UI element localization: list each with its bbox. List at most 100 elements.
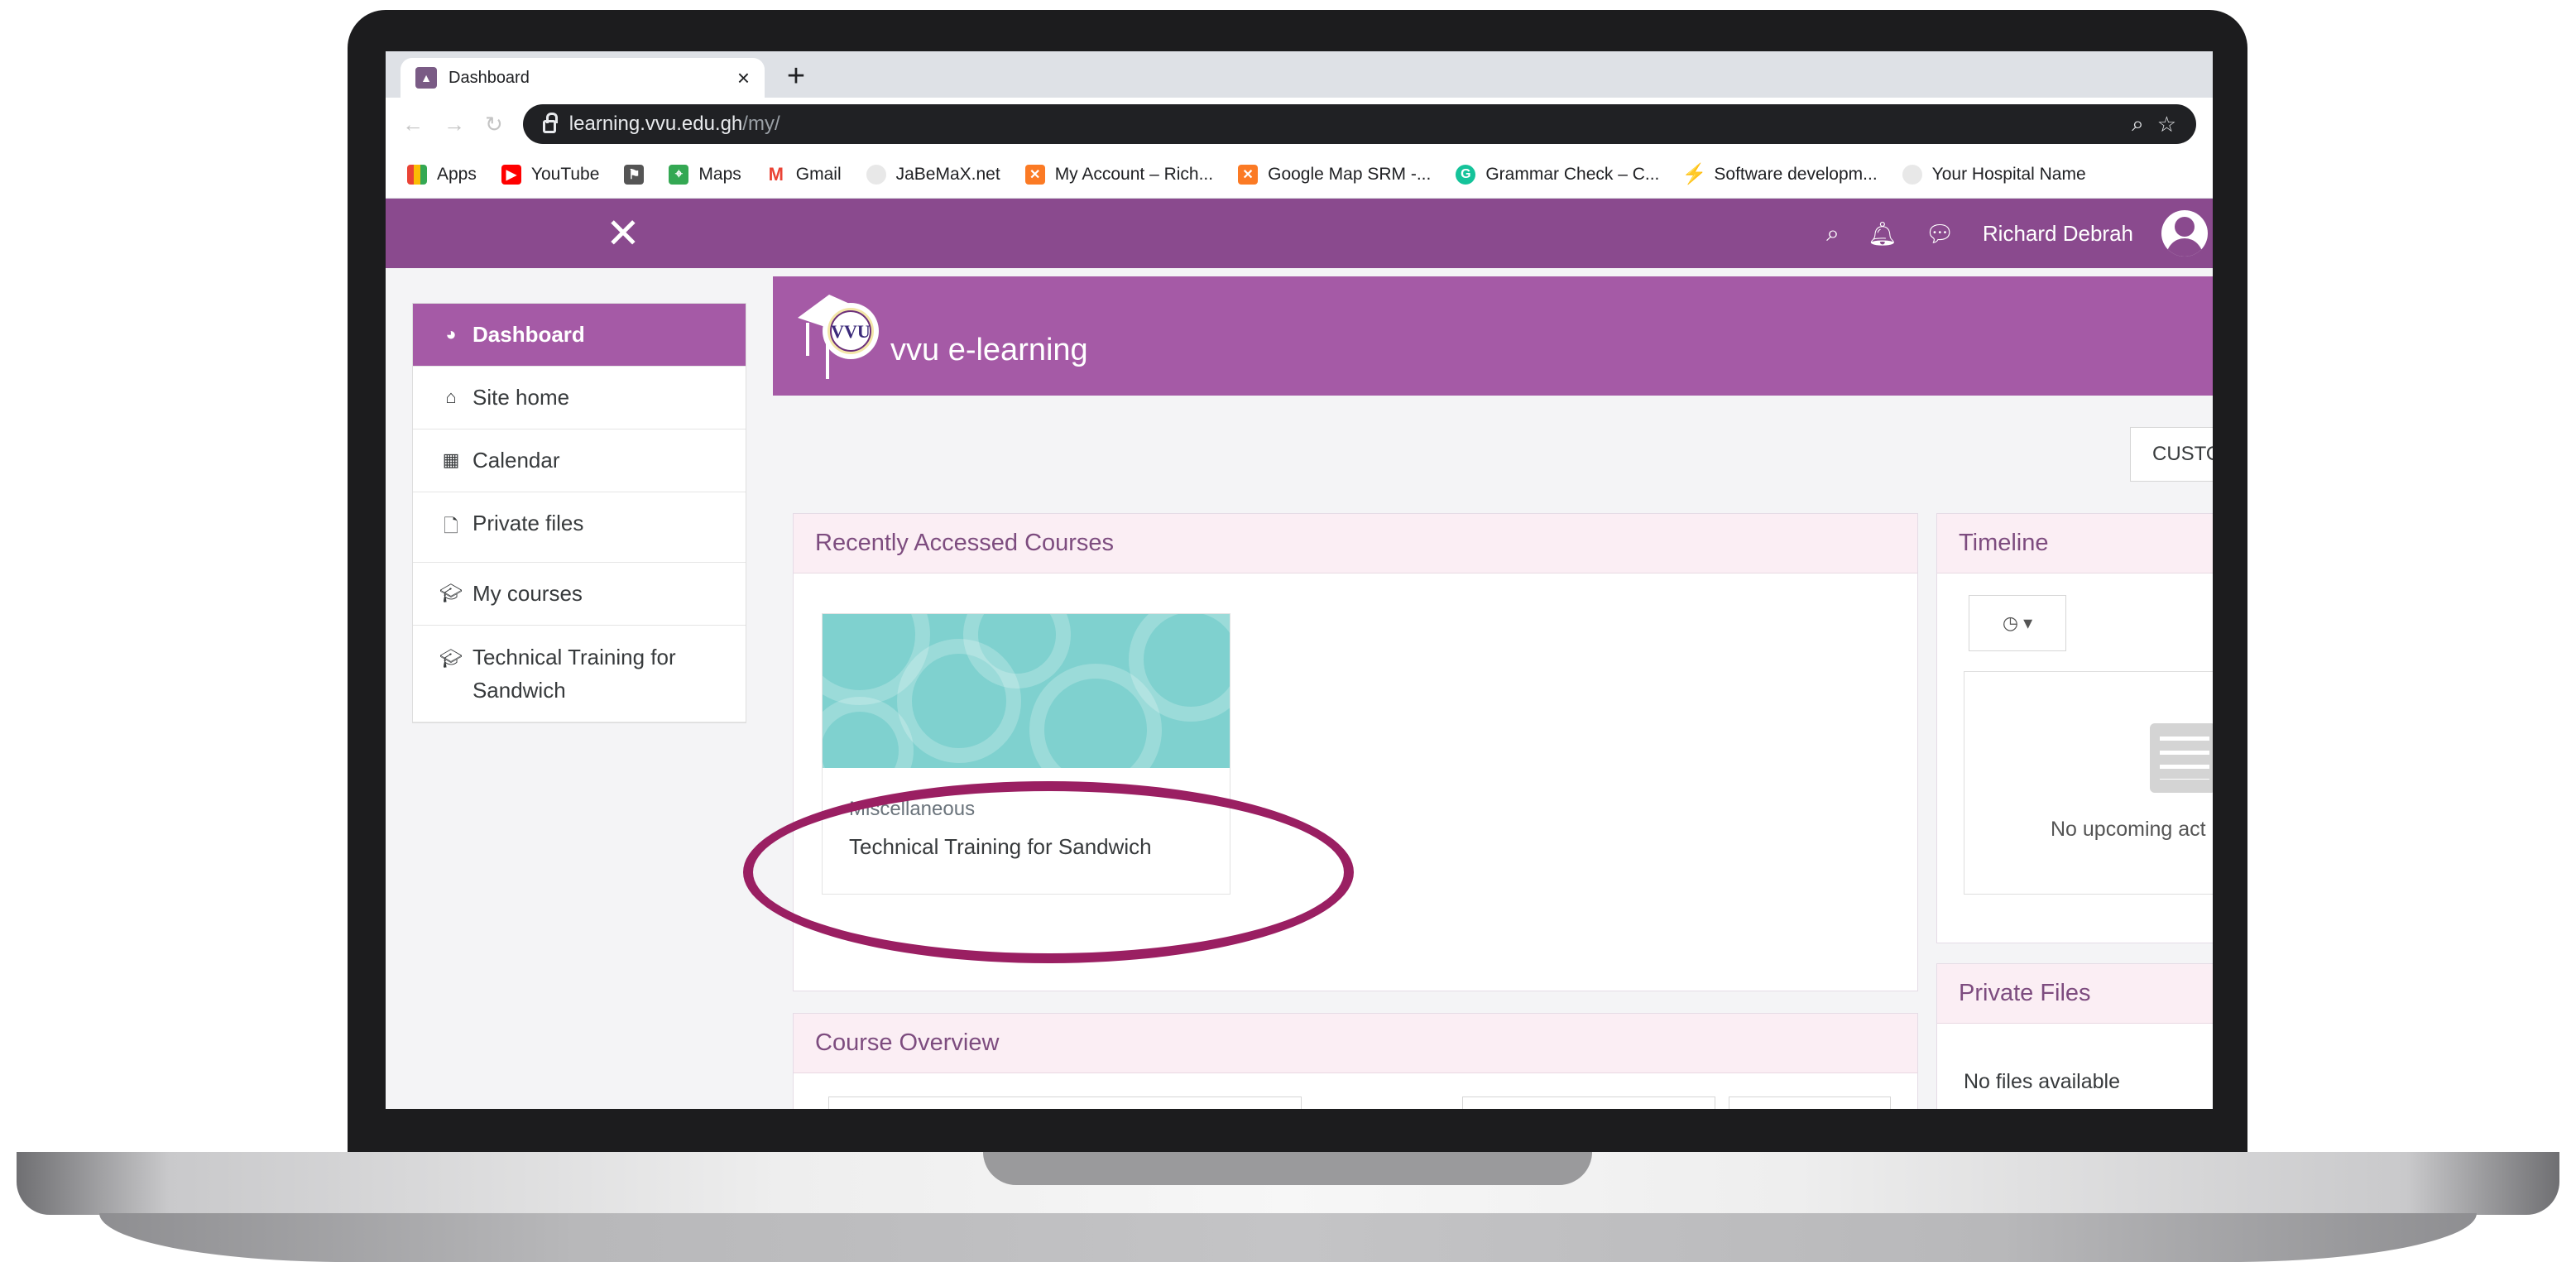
calendar-icon: ▦ xyxy=(442,449,460,470)
laptop-base xyxy=(99,1213,2477,1262)
bookmarks-bar: Apps ▶ YouTube ⚑ ⌖ Maps M Gmail JaBeMaX.… xyxy=(386,151,2213,199)
drawer-item-label: My courses xyxy=(473,581,583,606)
bookmark-google-map-srm[interactable]: ✕ Google Map SRM -... xyxy=(1238,164,1432,185)
bell-icon[interactable]: 🔔︎ xyxy=(1868,220,1897,247)
moodle-favicon-icon: ▲ xyxy=(415,67,437,89)
home-icon: ⌂ xyxy=(445,386,457,407)
url-host: learning.vvu.edu.gh xyxy=(568,113,743,135)
site-banner: VVU vvu e-learning xyxy=(773,276,2213,396)
vvu-logo-icon: VVU xyxy=(798,295,879,379)
bookmark-label: YouTube xyxy=(530,164,600,184)
bookmark-jabemax[interactable]: JaBeMaX.net xyxy=(866,164,1000,185)
browser-tab-dashboard[interactable]: ▲ Dashboard × xyxy=(401,58,765,98)
navbar-user-area: ⌕ 🔔︎ 💬︎ Richard Debrah xyxy=(1826,199,2213,268)
bookmark-grammar-check[interactable]: G Grammar Check – C... xyxy=(1456,164,1660,185)
star-icon[interactable]: ☆ xyxy=(2157,112,2176,137)
drawer-item-site-home[interactable]: ⌂ Site home xyxy=(413,367,746,429)
graduation-cap-icon: 🎓︎ xyxy=(439,583,463,603)
file-icon: 🗋︎ xyxy=(444,516,458,536)
close-drawer-icon[interactable]: ✕ xyxy=(606,209,640,258)
site-navbar: ✕ ⌕ 🔔︎ 💬︎ Richard Debrah xyxy=(386,199,2213,268)
timeline-block: Timeline ◷ ▾ No upcoming act xyxy=(1936,513,2213,943)
drawer-item-label: Dashboard xyxy=(473,322,585,347)
back-icon[interactable]: ← xyxy=(402,112,424,137)
bookmark-apps[interactable]: Apps xyxy=(407,164,477,185)
clock-icon: ◷ xyxy=(2002,612,2019,633)
course-image xyxy=(823,614,1230,768)
drawer-item-label: Site home xyxy=(473,385,570,410)
drawer-item-label: Private files xyxy=(473,511,584,535)
close-icon[interactable]: × xyxy=(737,65,750,91)
drawer-item-my-courses[interactable]: 🎓︎ My courses xyxy=(413,563,746,626)
bookmark-label: Grammar Check – C... xyxy=(1485,164,1660,184)
drawer-item-label: Calendar xyxy=(473,448,560,473)
reload-icon[interactable]: ↻ xyxy=(485,112,503,137)
block-title: Recently Accessed Courses xyxy=(794,514,1917,573)
xampp-icon: ✕ xyxy=(1238,164,1259,185)
zoom-icon[interactable]: ⌕ xyxy=(2132,111,2144,137)
xampp-icon: ✕ xyxy=(1024,164,1045,185)
url-path: /my/ xyxy=(742,113,780,135)
logo-text: VVU xyxy=(831,321,871,342)
bookmark-label: Gmail xyxy=(795,164,842,184)
apps-grid-icon xyxy=(407,164,427,185)
drawer-item-dashboard[interactable]: ◕ Dashboard xyxy=(413,304,746,367)
tab-title: Dashboard xyxy=(449,68,530,87)
bookmark-label: Your Hospital Name xyxy=(1931,164,2086,184)
bookmark-label: Maps xyxy=(698,164,741,184)
globe-icon xyxy=(1902,164,1922,185)
bookmark-youtube[interactable]: ▶ YouTube xyxy=(501,164,600,185)
youtube-icon: ▶ xyxy=(501,164,521,185)
bookmark-extension-icon: ⚑ xyxy=(624,164,645,185)
private-files-block: Private Files No files available xyxy=(1936,963,2213,1109)
bookmark-gmail[interactable]: M Gmail xyxy=(765,164,842,185)
block-title: Timeline xyxy=(1937,514,2213,573)
site-name: vvu e-learning xyxy=(890,333,1088,367)
customise-page-button[interactable]: CUSTO xyxy=(2130,427,2213,482)
course-overview-block: Course Overview xyxy=(793,1013,1918,1109)
overview-sort-dropdown[interactable] xyxy=(1462,1096,1715,1109)
laptop-mockup: ▲ Dashboard × + ← → ↻ learning.vvu.edu.g… xyxy=(0,0,2576,1262)
bookmark-my-account[interactable]: ✕ My Account – Rich... xyxy=(1024,164,1214,185)
software-icon: ⚡ xyxy=(1681,163,1707,185)
gmail-icon: M xyxy=(765,164,786,185)
bookmark-label: Google Map SRM -... xyxy=(1268,164,1432,184)
bookmark-label: JaBeMaX.net xyxy=(895,164,1000,184)
nav-drawer: ◕ Dashboard ⌂ Site home ▦ Calendar 🗋︎ Pr… xyxy=(412,303,746,723)
search-icon[interactable]: ⌕ xyxy=(1826,220,1840,247)
forward-icon[interactable]: → xyxy=(444,112,465,137)
caret-down-icon: ▾ xyxy=(2023,612,2033,633)
message-icon[interactable]: 💬︎ xyxy=(1925,220,1955,247)
drawer-item-course[interactable]: 🎓︎ Technical Training for Sandwich xyxy=(413,626,746,722)
drawer-item-calendar[interactable]: ▦ Calendar xyxy=(413,429,746,492)
overview-filter-dropdown[interactable] xyxy=(828,1096,1302,1109)
bookmark-label: Software developm... xyxy=(1714,164,1878,184)
highlight-ellipse xyxy=(743,781,1354,963)
timeline-filter-dropdown[interactable]: ◷ ▾ xyxy=(1969,595,2066,651)
new-tab-button[interactable]: + xyxy=(778,60,814,96)
overview-view-dropdown[interactable] xyxy=(1729,1096,1891,1109)
maps-icon: ⌖ xyxy=(669,164,689,185)
bookmark-software[interactable]: ⚡ Software developm... xyxy=(1681,163,1878,185)
user-name[interactable]: Richard Debrah xyxy=(1983,221,2133,247)
lock-icon xyxy=(542,113,558,133)
bookmark-maps[interactable]: ⌖ Maps xyxy=(669,164,741,185)
list-icon xyxy=(2150,723,2213,793)
block-title: Course Overview xyxy=(794,1014,1917,1073)
block-title: Private Files xyxy=(1937,964,2213,1024)
empty-message: No upcoming act xyxy=(2051,818,2206,841)
bookmark-label: My Account – Rich... xyxy=(1054,164,1214,184)
avatar[interactable] xyxy=(2161,210,2208,257)
browser-toolbar: ← → ↻ learning.vvu.edu.gh /my/ ⌕ ☆ xyxy=(386,98,2213,151)
globe-icon xyxy=(866,164,886,185)
graduation-cap-icon: 🎓︎ xyxy=(439,648,463,669)
bookmark-hospital[interactable]: Your Hospital Name xyxy=(1902,164,2086,185)
drawer-item-private-files[interactable]: 🗋︎ Private files xyxy=(413,492,746,563)
address-bar[interactable]: learning.vvu.edu.gh /my/ ⌕ ☆ xyxy=(522,104,2196,144)
timeline-empty-state: No upcoming act xyxy=(1964,671,2213,895)
dashboard-icon: ◕ xyxy=(445,324,457,344)
empty-message: No files available xyxy=(1964,1070,2120,1093)
bookmark-label: Apps xyxy=(437,164,477,184)
grammar-icon: G xyxy=(1456,164,1476,185)
bookmark-extension[interactable]: ⚑ xyxy=(624,164,645,185)
